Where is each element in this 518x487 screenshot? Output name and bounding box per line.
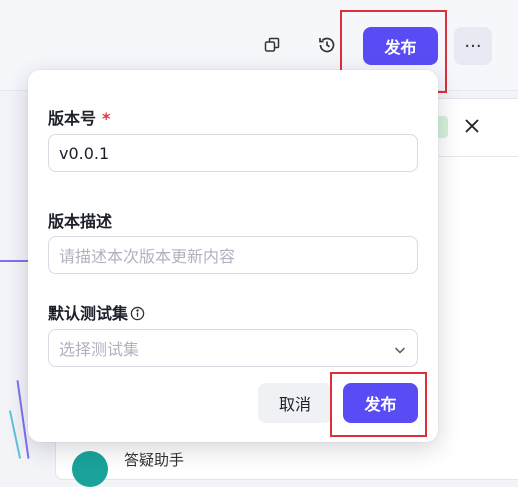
history-icon[interactable] [313,31,341,59]
chevron-down-icon [393,342,407,361]
version-label: 版本号 * [48,105,110,129]
testset-select[interactable]: 选择测试集 [48,329,418,367]
testset-label-text: 默认测试集 [48,304,129,323]
version-label-text: 版本号 [48,109,97,128]
avatar [72,451,108,487]
description-label: 版本描述 [48,212,113,231]
description-placeholder: 请描述本次版本更新内容 [59,247,236,266]
canvas-edge [0,260,30,262]
testset-label: 默认测试集 [48,300,145,325]
copy-icon[interactable] [258,31,286,59]
version-input[interactable]: v0.0.1 [48,134,418,172]
more-button[interactable]: ··· [454,27,492,65]
required-mark: * [102,109,111,128]
bot-name: 答疑助手 [124,451,185,469]
cancel-button[interactable]: 取消 [258,383,332,423]
testset-placeholder: 选择测试集 [59,340,140,359]
description-input[interactable]: 请描述本次版本更新内容 [48,236,418,274]
close-icon[interactable] [460,114,484,138]
canvas-edge [8,410,22,459]
version-value: v0.0.1 [59,143,110,163]
highlight-box-bottom [330,372,427,437]
info-icon[interactable] [130,306,145,325]
